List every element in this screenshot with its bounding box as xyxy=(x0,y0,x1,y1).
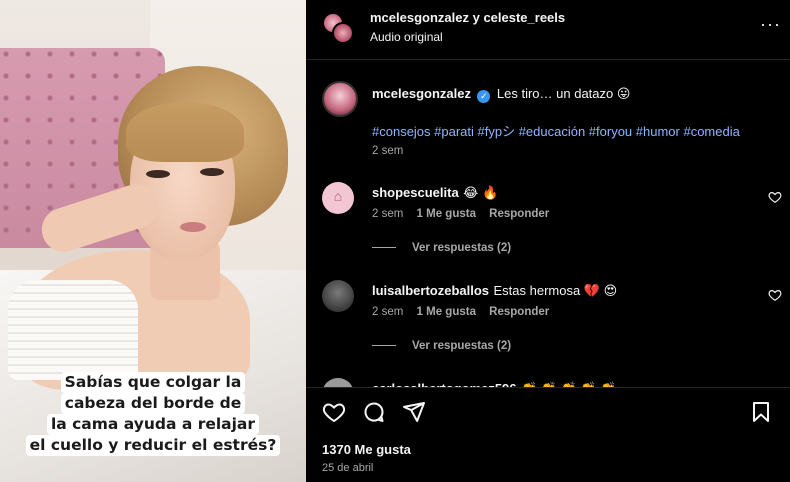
like-count[interactable]: 1370 Me gusta xyxy=(322,442,411,457)
like-comment-heart-icon[interactable] xyxy=(768,288,782,302)
post-authors[interactable]: mcelesgonzalez y celeste_reels xyxy=(370,10,565,25)
comment-username[interactable]: shopescuelita xyxy=(372,185,459,200)
audio-link[interactable]: Audio original xyxy=(370,30,443,44)
lips xyxy=(180,222,206,232)
right-eye xyxy=(200,168,224,176)
comment-time: 2 sem xyxy=(372,208,404,220)
post-header: mcelesgonzalez y celeste_reels Audio ori… xyxy=(306,0,790,60)
comment-line: luisalbertozeballos Estas hermosa 💔 😍 xyxy=(372,282,617,300)
comment-time: 2 sem xyxy=(372,306,404,318)
divider xyxy=(372,345,396,347)
hashtag-links[interactable]: #consejos #parati #fypシ #educación #fory… xyxy=(372,124,740,139)
post-viewer: Sabías que colgar la cabeza del borde de… xyxy=(0,0,790,482)
comment-avatar[interactable] xyxy=(322,378,354,387)
comment-likes[interactable]: 1 Me gusta xyxy=(417,306,476,318)
comment-avatar[interactable] xyxy=(322,280,354,312)
post-date: 25 de abril xyxy=(322,462,374,474)
verified-badge-icon: ✓ xyxy=(477,90,491,103)
comment-text: 😂 🔥 xyxy=(463,185,499,200)
like-comment-heart-icon[interactable] xyxy=(768,190,782,204)
comment-avatar[interactable] xyxy=(322,182,354,214)
reply-button[interactable]: Responder xyxy=(489,306,549,318)
view-replies-button[interactable]: Ver respuestas (2) xyxy=(372,340,511,352)
caption-line-1: Sabías que colgar la xyxy=(60,372,246,393)
comment-meta: 2 sem 1 Me gusta Responder xyxy=(372,208,549,220)
comment-text: Estas hermosa 💔 😍 xyxy=(493,283,618,298)
author-avatar[interactable] xyxy=(322,81,358,117)
view-replies-button[interactable]: Ver respuestas (2) xyxy=(372,242,511,254)
white-top xyxy=(8,280,138,380)
reply-button[interactable]: Responder xyxy=(489,208,549,220)
comment-username[interactable]: luisalbertozeballos xyxy=(372,283,489,298)
collab-avatars[interactable] xyxy=(322,12,354,44)
more-options-icon[interactable]: ··· xyxy=(760,14,781,35)
view-replies-label: Ver respuestas (2) xyxy=(412,340,512,352)
caption-line-2: cabeza del borde de xyxy=(60,393,246,414)
comment-meta: 2 sem 1 Me gusta Responder xyxy=(372,306,549,318)
comment-icon[interactable] xyxy=(362,400,386,424)
caption-line-4: el cuello y reducir el estrés? xyxy=(25,435,281,456)
avatar xyxy=(332,22,354,44)
bangs xyxy=(126,102,244,162)
post-caption: mcelesgonzalez ✓ Les tiro… un datazo 😛 xyxy=(372,85,630,103)
bookmark-icon[interactable] xyxy=(749,400,773,424)
comments-list[interactable]: mcelesgonzalez ✓ Les tiro… un datazo 😛 #… xyxy=(306,61,790,387)
post-actions-bar: 1370 Me gusta 25 de abril xyxy=(306,387,790,482)
caption-text: Les tiro… un datazo 😛 xyxy=(496,86,631,101)
heart-icon[interactable] xyxy=(322,400,346,424)
view-replies-label: Ver respuestas (2) xyxy=(412,242,512,254)
caption-hashtags[interactable]: #consejos #parati #fypシ #educación #fory… xyxy=(372,121,740,140)
comment-line: shopescuelita 😂 🔥 xyxy=(372,184,498,202)
post-video[interactable]: Sabías que colgar la cabeza del borde de… xyxy=(0,0,306,482)
caption-time: 2 sem xyxy=(372,145,404,157)
divider xyxy=(372,247,396,249)
send-icon[interactable] xyxy=(402,400,426,424)
comment-likes[interactable]: 1 Me gusta xyxy=(417,208,476,220)
post-side-panel: mcelesgonzalez y celeste_reels Audio ori… xyxy=(306,0,790,482)
caption-username[interactable]: mcelesgonzalez xyxy=(372,86,471,101)
comment-line: carlosalbertogomez596 👏 👏 👏 👏 👏 xyxy=(372,380,616,387)
left-eye xyxy=(146,170,170,178)
caption-line-3: la cama ayuda a relajar xyxy=(46,414,260,435)
video-caption: Sabías que colgar la cabeza del borde de… xyxy=(0,372,306,456)
